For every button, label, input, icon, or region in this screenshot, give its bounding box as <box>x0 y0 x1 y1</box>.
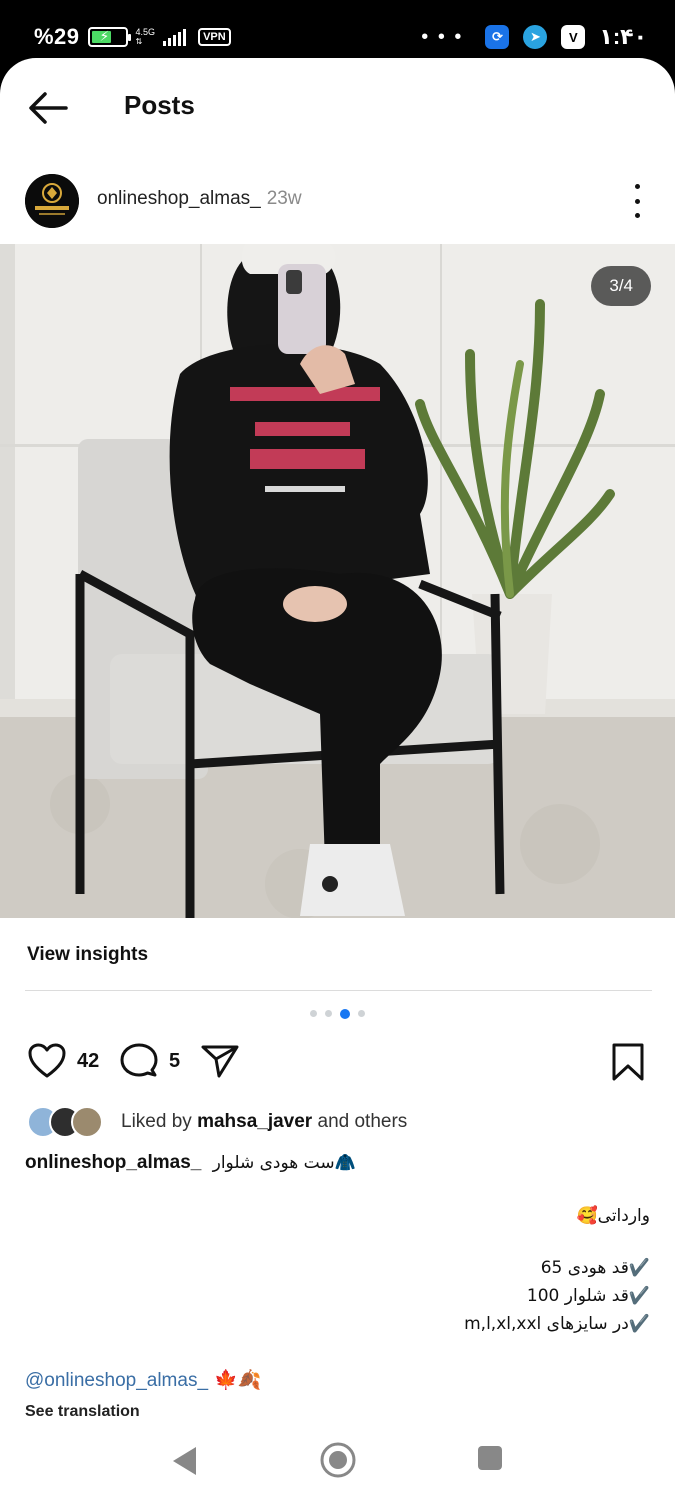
system-home-button[interactable] <box>319 1441 357 1484</box>
post-time-ago: 23w <box>266 188 302 209</box>
more-options-button[interactable] <box>627 184 647 218</box>
v-app-icon: V <box>561 25 586 49</box>
caption: onlineshop_almas_ ست هودی شلوار🧥 <box>25 1152 356 1174</box>
carousel-dot <box>325 1010 332 1017</box>
carousel-dot <box>310 1010 317 1017</box>
view-insights-link[interactable]: View insights <box>27 944 148 966</box>
liked-by-row[interactable]: Liked by mahsa_javer and others <box>27 1106 407 1138</box>
see-translation-link[interactable]: See translation <box>25 1403 140 1421</box>
battery-icon: ⚡ <box>87 27 131 47</box>
signal-icon <box>163 28 187 46</box>
bookmark-icon <box>612 1043 644 1081</box>
telegram-icon: ➤ <box>523 25 548 49</box>
network-indicator: 4.5G ⇅ <box>135 27 156 47</box>
app-screen: Posts onlineshop_almas_ 23w 3/4 View ins… <box>0 58 675 1500</box>
carousel-dot-active <box>340 1009 350 1019</box>
share-button[interactable] <box>200 1042 240 1080</box>
save-button[interactable] <box>610 1042 646 1082</box>
clock: ۱:۴۰ <box>599 24 647 49</box>
system-back-button[interactable] <box>170 1445 200 1482</box>
post-photo <box>0 244 675 918</box>
avatar[interactable] <box>25 174 79 228</box>
avatar <box>71 1106 103 1138</box>
caption-line: ✔️در سایزهای m,l,xl,xxl <box>464 1314 650 1334</box>
caption-username[interactable]: onlineshop_almas_ <box>25 1152 201 1173</box>
liked-by-user[interactable]: mahsa_javer <box>197 1111 312 1132</box>
top-bar: Posts <box>0 58 675 158</box>
image-counter: 3/4 <box>591 266 651 306</box>
post-author[interactable]: onlineshop_almas_ 23w <box>97 188 302 210</box>
system-recents-button[interactable] <box>478 1446 502 1470</box>
comment-icon <box>120 1043 158 1077</box>
carousel-dot <box>358 1010 365 1017</box>
like-button[interactable]: 42 <box>27 1042 99 1080</box>
vpn-badge: VPN <box>198 28 231 46</box>
status-right: • • • ⟳ ➤ V ۱:۴۰ <box>421 24 647 50</box>
likes-count: 42 <box>77 1049 100 1072</box>
send-icon <box>201 1045 239 1078</box>
liked-by-prefix: Liked by <box>121 1111 192 1132</box>
post-image[interactable]: 3/4 <box>0 244 675 918</box>
comment-button[interactable]: 5 <box>119 1042 180 1080</box>
triangle-back-icon <box>173 1447 196 1475</box>
post-header: onlineshop_almas_ 23w <box>0 168 675 240</box>
caption-line: وارداتی🥰 <box>576 1206 650 1226</box>
liker-avatars <box>27 1106 113 1138</box>
arrow-left-icon <box>29 92 68 124</box>
back-button[interactable] <box>26 88 70 128</box>
status-left: %29 ⚡ 4.5G ⇅ VPN <box>34 24 231 50</box>
caption-line: ✔️قد هودی 65 <box>540 1258 650 1278</box>
liked-by-text: Liked by mahsa_javer and others <box>121 1111 407 1133</box>
liked-by-suffix[interactable]: and others <box>318 1111 408 1132</box>
page-title: Posts <box>124 90 195 120</box>
caption-line: ✔️قد شلوار 100 <box>526 1286 650 1306</box>
comments-count: 5 <box>169 1049 181 1072</box>
divider <box>25 990 652 991</box>
home-circle-icon <box>320 1442 356 1478</box>
caption-first-line: ست هودی شلوار🧥 <box>212 1153 356 1173</box>
post-actions: 42 5 <box>0 1042 675 1090</box>
carousel-indicator <box>0 1009 675 1019</box>
network-type: 4.5G <box>135 27 156 37</box>
battery-percent: %29 <box>34 24 80 49</box>
mention-emoji: 🍁🍂 <box>214 1370 262 1391</box>
more-notifications-icon: • • • <box>421 25 464 48</box>
caption-mention: @onlineshop_almas_ 🍁🍂 <box>25 1368 261 1392</box>
mention-link[interactable]: @onlineshop_almas_ <box>25 1370 208 1391</box>
author-username[interactable]: onlineshop_almas_ <box>97 188 261 209</box>
app-notification-icon: ⟳ <box>485 25 510 49</box>
heart-icon <box>28 1043 66 1078</box>
system-nav-bar <box>0 1423 675 1500</box>
